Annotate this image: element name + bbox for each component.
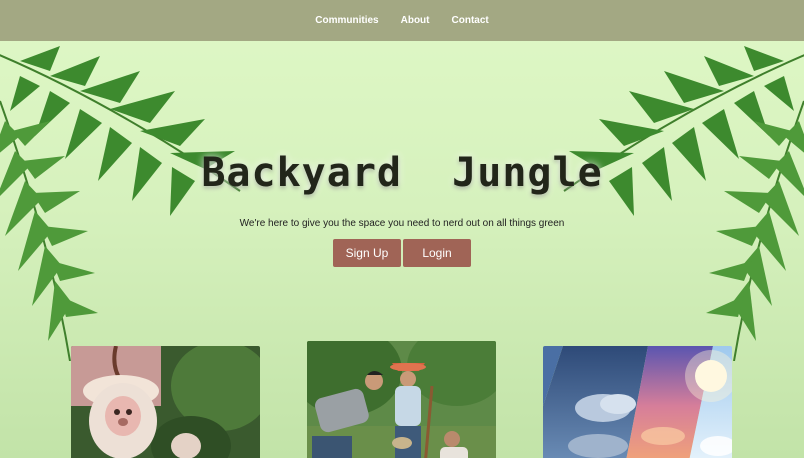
nav-link-contact[interactable]: Contact bbox=[452, 13, 489, 28]
sky-weather-image bbox=[543, 346, 732, 458]
palm-leaves-right-decoration bbox=[563, 46, 804, 361]
community-card-orchid[interactable] bbox=[71, 346, 260, 458]
hero-tagline: We're here to give you the space you nee… bbox=[239, 218, 565, 229]
login-button[interactable]: Login bbox=[403, 239, 471, 267]
hero-button-group: Sign Up Login bbox=[0, 239, 804, 267]
gardening-people-image bbox=[307, 341, 496, 458]
monkey-orchid-image bbox=[71, 346, 260, 458]
top-navbar: Communities About Contact bbox=[0, 0, 804, 41]
palm-leaves-left-decoration bbox=[0, 46, 241, 361]
nav-link-about[interactable]: About bbox=[401, 13, 430, 28]
nav-link-communities[interactable]: Communities bbox=[315, 13, 378, 28]
signup-button[interactable]: Sign Up bbox=[333, 239, 401, 267]
community-card-weather[interactable] bbox=[543, 346, 732, 458]
community-card-gardening[interactable] bbox=[307, 341, 496, 458]
hero-title: Backyard Jungle bbox=[201, 150, 603, 196]
